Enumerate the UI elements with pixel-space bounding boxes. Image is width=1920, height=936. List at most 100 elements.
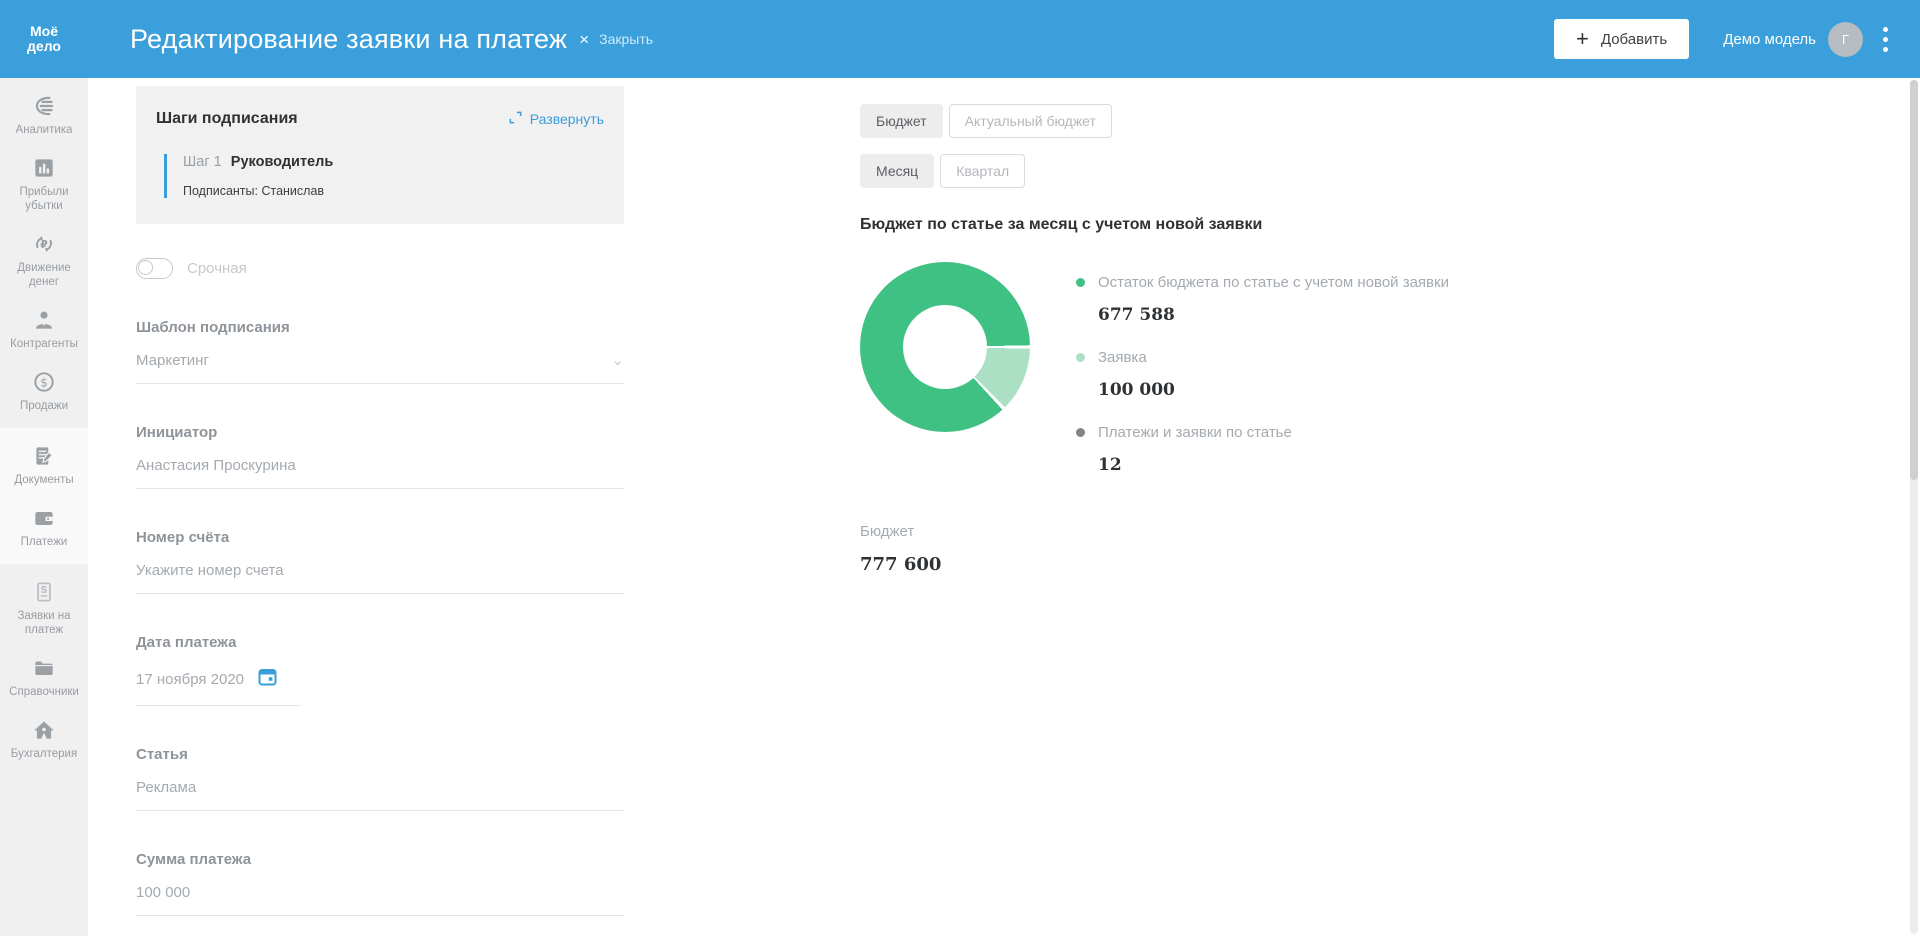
sidebar-item-payment-requests[interactable]: S Заявки на платеж — [0, 570, 88, 646]
close-label[interactable]: Закрыть — [599, 31, 653, 47]
step-signers: Подписанты: Станислав — [183, 184, 604, 198]
payment-date-input[interactable]: 17 ноября 2020 — [136, 667, 301, 706]
sidebar-item-profit-loss[interactable]: Прибыли убытки — [0, 146, 88, 222]
legend-dot — [1076, 428, 1085, 437]
field-value: 17 ноября 2020 — [136, 671, 244, 688]
account-menu[interactable]: Демо модель Г — [1723, 22, 1892, 57]
sidebar-section-bottom: S Заявки на платеж Справочники Бухгалтер… — [0, 564, 88, 776]
legend-label: Заявка — [1098, 349, 1147, 366]
header-bar: Моё дело Редактирование заявки на платеж… — [0, 0, 1920, 78]
sidebar-item-counterparties[interactable]: Контрагенты — [0, 298, 88, 360]
field-invoice-number: Номер счёта Укажите номер счета — [136, 529, 624, 594]
calendar-icon[interactable] — [258, 667, 277, 691]
svg-text:₽: ₽ — [40, 238, 48, 251]
sidebar-item-label: Документы — [14, 473, 73, 487]
expand-label: Развернуть — [530, 111, 604, 127]
sidebar-item-accounting[interactable]: Бухгалтерия — [0, 708, 88, 770]
expand-icon — [508, 110, 523, 128]
logo-line2: дело — [0, 39, 88, 54]
step-indicator: Шаг 1 Руководитель Подписанты: Станислав — [164, 154, 604, 198]
scrollbar-thumb[interactable] — [1910, 80, 1918, 480]
close-button[interactable]: × Закрыть — [579, 31, 653, 48]
sidebar-section-documents: Документы Платежи — [0, 428, 88, 564]
sidebar-item-sales[interactable]: $ Продажи — [0, 360, 88, 422]
legend-dot — [1076, 278, 1085, 287]
field-signing-template: Шаблон подписания Маркетинг ⌄ — [136, 319, 624, 384]
sidebar-item-label: Контрагенты — [10, 337, 78, 351]
sidebar-item-analytics[interactable]: Аналитика — [0, 84, 88, 146]
budget-total-label: Бюджет — [860, 523, 1480, 540]
account-name[interactable]: Демо модель — [1723, 31, 1816, 48]
signing-template-select[interactable]: Маркетинг ⌄ — [136, 352, 624, 384]
field-label: Номер счёта — [136, 529, 624, 546]
budget-period-tabs: Месяц Квартал — [860, 154, 1480, 188]
field-label: Дата платежа — [136, 634, 624, 651]
logo[interactable]: Моё дело — [0, 24, 88, 54]
sidebar-item-documents[interactable]: Документы — [0, 434, 88, 496]
close-icon[interactable]: × — [579, 31, 589, 48]
svg-text:S: S — [40, 585, 47, 596]
signing-steps-card: Шаги подписания Развернуть Шаг 1 Руковод… — [136, 86, 624, 224]
payment-requests-icon: S — [31, 579, 57, 605]
counterparties-icon — [31, 307, 57, 333]
donut-hole — [903, 305, 987, 389]
sidebar-item-label: Справочники — [9, 685, 79, 699]
analytics-icon — [31, 93, 57, 119]
documents-icon — [31, 443, 57, 469]
field-placeholder: Укажите номер счета — [136, 562, 284, 579]
kebab-menu-icon[interactable] — [1879, 23, 1892, 56]
sidebar-item-label: Продажи — [20, 399, 68, 413]
payment-amount-input[interactable]: 100 000 — [136, 884, 624, 916]
avatar[interactable]: Г — [1828, 22, 1863, 57]
sales-icon: $ — [31, 369, 57, 395]
toggle-knob — [138, 260, 153, 275]
budget-chart-block: Остаток бюджета по статье с учетом новой… — [860, 262, 1480, 499]
field-label: Шаблон подписания — [136, 319, 624, 336]
sidebar-item-directories[interactable]: Справочники — [0, 646, 88, 708]
urgent-label: Срочная — [187, 260, 247, 277]
sidebar-item-money-flow[interactable]: ₽ Движение денег — [0, 222, 88, 298]
field-value: 100 000 — [136, 884, 190, 901]
add-button[interactable]: + Добавить — [1554, 19, 1689, 59]
money-flow-icon: ₽ — [31, 231, 57, 257]
tab-budget[interactable]: Бюджет — [860, 104, 943, 138]
profit-loss-icon — [31, 155, 57, 181]
tab-quarter[interactable]: Квартал — [940, 154, 1025, 188]
invoice-number-input[interactable]: Укажите номер счета — [136, 562, 624, 594]
field-value: Маркетинг — [136, 352, 209, 369]
logo-line1: Моё — [0, 24, 88, 39]
initiator-input[interactable]: Анастасия Проскурина — [136, 457, 624, 489]
expand-button[interactable]: Развернуть — [508, 110, 604, 128]
field-label: Статья — [136, 746, 624, 763]
add-button-label: Добавить — [1601, 31, 1667, 48]
sidebar-item-label: Платежи — [21, 535, 68, 549]
sidebar-item-payments[interactable]: Платежи — [0, 496, 88, 558]
budget-total: Бюджет 777 600 — [860, 523, 1480, 575]
sidebar-item-label: Прибыли убытки — [2, 185, 86, 213]
svg-text:$: $ — [40, 375, 48, 389]
budget-view-tabs: Бюджет Актуальный бюджет — [860, 104, 1480, 138]
legend-item-payments-count: Платежи и заявки по статье 12 — [1076, 424, 1449, 475]
urgent-toggle-row: Срочная — [136, 258, 624, 279]
sidebar-item-label: Движение денег — [2, 261, 86, 289]
sidebar-item-label: Аналитика — [16, 123, 73, 137]
step-role: Руководитель — [231, 154, 333, 170]
budget-total-value: 777 600 — [860, 554, 1480, 575]
field-payment-date: Дата платежа 17 ноября 2020 — [136, 634, 624, 706]
payments-icon — [31, 505, 57, 531]
field-value: Реклама — [136, 779, 196, 796]
urgent-toggle[interactable] — [136, 258, 173, 279]
legend-value: 677 588 — [1098, 305, 1449, 325]
field-initiator: Инициатор Анастасия Проскурина — [136, 424, 624, 489]
field-label: Сумма платежа — [136, 851, 624, 868]
scrollbar-track[interactable] — [1910, 80, 1918, 934]
article-input[interactable]: Реклама — [136, 779, 624, 811]
page-title: Редактирование заявки на платеж — [130, 24, 567, 55]
legend-item-remaining: Остаток бюджета по статье с учетом новой… — [1076, 274, 1449, 325]
legend-dot — [1076, 353, 1085, 362]
tab-actual-budget[interactable]: Актуальный бюджет — [949, 104, 1112, 138]
tab-month[interactable]: Месяц — [860, 154, 934, 188]
sidebar-item-label: Заявки на платеж — [2, 609, 86, 637]
sidebar-item-label: Бухгалтерия — [11, 747, 77, 761]
legend-label: Остаток бюджета по статье с учетом новой… — [1098, 274, 1449, 291]
